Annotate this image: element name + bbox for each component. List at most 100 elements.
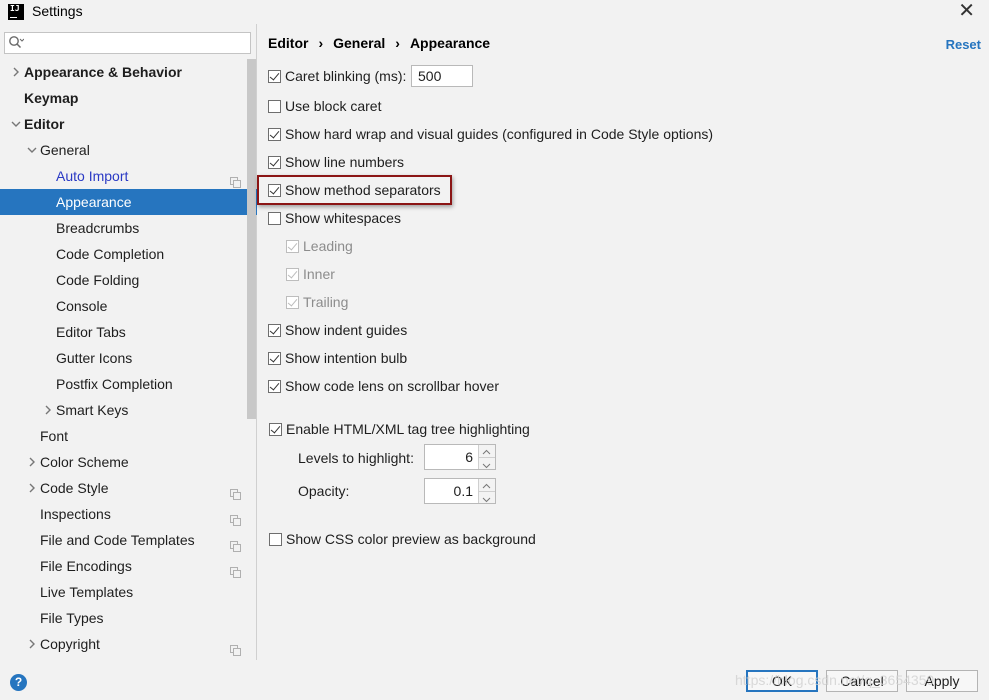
chevron-down-icon[interactable] [10, 111, 22, 137]
settings-tree: Appearance & Behavior Keymap Editor General… [0, 59, 257, 657]
levels-value: 6 [465, 449, 473, 465]
block-caret-checkbox[interactable] [268, 100, 281, 113]
tree-item-label: General [40, 142, 90, 158]
whitespaces-label: Show whitespaces [285, 210, 401, 226]
line-numbers-checkbox[interactable] [268, 156, 281, 169]
tree-item-smart-keys[interactable]: Smart Keys [0, 397, 257, 423]
tree-item-live-templates[interactable]: Live Templates [0, 579, 257, 605]
inner-checkbox [286, 268, 299, 281]
tree-item-label: Smart Keys [56, 402, 129, 418]
spinner-down-icon[interactable] [479, 491, 495, 503]
settings-sidebar: Appearance & Behavior Keymap Editor General… [0, 24, 257, 660]
tree-item-appearance-behavior[interactable]: Appearance & Behavior [0, 59, 257, 85]
trailing-label: Trailing [303, 294, 349, 310]
tree-item-label: File Types [40, 610, 104, 626]
sidebar-scrollbar[interactable] [247, 59, 256, 419]
intellij-logo-icon: IJ [8, 4, 24, 20]
indent-guides-checkbox[interactable] [268, 324, 281, 337]
tree-item-label: Inspections [40, 506, 111, 522]
chevron-right-icon[interactable] [42, 397, 54, 423]
chevron-right-icon[interactable] [10, 59, 22, 85]
chevron-right-icon[interactable] [26, 449, 38, 475]
tree-item-label: Code Completion [56, 246, 165, 262]
ok-button[interactable]: OK [746, 670, 818, 692]
hard-wrap-label: Show hard wrap and visual guides (config… [285, 126, 714, 142]
chevron-down-icon[interactable] [26, 137, 38, 163]
tree-item-code-folding[interactable]: Code Folding [0, 267, 257, 293]
intention-bulb-checkbox[interactable] [268, 352, 281, 365]
leading-label: Leading [303, 238, 353, 254]
tree-item-font[interactable]: Font [0, 423, 257, 449]
tree-item-editor-tabs[interactable]: Editor Tabs [0, 319, 257, 345]
spinner-up-icon[interactable] [479, 445, 495, 457]
settings-content: Editor › General › Appearance Reset Caret bl… [258, 24, 989, 660]
whitespaces-checkbox[interactable] [268, 212, 281, 225]
spinner-up-icon[interactable] [479, 479, 495, 491]
tree-item-gutter-icons[interactable]: Gutter Icons [0, 345, 257, 371]
tree-item-inspections[interactable]: Inspections [0, 501, 257, 527]
tree-item-label: Keymap [24, 90, 79, 106]
chevron-right-icon: › [395, 35, 400, 51]
breadcrumb-item: General [333, 35, 386, 51]
annotation-highlight-box [257, 175, 452, 205]
reset-link[interactable]: Reset [946, 37, 981, 52]
tree-item-label: Editor Tabs [56, 324, 126, 340]
tree-item-appearance[interactable]: Appearance [0, 189, 257, 215]
caret-blinking-checkbox[interactable] [268, 70, 281, 83]
tree-item-code-completion[interactable]: Code Completion [0, 241, 257, 267]
levels-spinner[interactable]: 6 [424, 444, 496, 470]
block-caret-label: Use block caret [285, 98, 382, 114]
chevron-right-icon[interactable] [26, 475, 38, 501]
tree-item-console[interactable]: Console [0, 293, 257, 319]
breadcrumb-item: Appearance [409, 35, 491, 51]
opacity-spinner[interactable]: 0.1 [424, 478, 496, 504]
spinner-down-icon[interactable] [479, 457, 495, 469]
opacity-value: 0.1 [453, 483, 473, 499]
tree-item-postfix-completion[interactable]: Postfix Completion [0, 371, 257, 397]
copy-icon [230, 638, 241, 656]
css-preview-label: Show CSS color preview as background [286, 531, 536, 547]
tree-item-color-scheme[interactable]: Color Scheme [0, 449, 257, 475]
copy-icon [230, 534, 241, 552]
chevron-right-icon[interactable] [26, 631, 38, 657]
tree-item-file-and-code-templates[interactable]: File and Code Templates [0, 527, 257, 553]
tree-item-label: Color Scheme [40, 454, 129, 470]
intention-bulb-label: Show intention bulb [285, 350, 408, 366]
tree-item-label: Gutter Icons [56, 350, 133, 366]
caret-blinking-label: Caret blinking (ms): [285, 68, 407, 84]
search-input[interactable] [4, 32, 251, 54]
tree-item-copyright[interactable]: Copyright [0, 631, 257, 657]
code-lens-checkbox[interactable] [268, 380, 281, 393]
code-lens-label: Show code lens on scrollbar hover [285, 378, 500, 394]
apply-button[interactable]: Apply [906, 670, 978, 692]
tree-item-label: Code Folding [56, 272, 140, 288]
tree-item-label: Editor [24, 116, 65, 132]
tree-item-editor[interactable]: Editor [0, 111, 257, 137]
hard-wrap-checkbox[interactable] [268, 128, 281, 141]
tree-item-file-encodings[interactable]: File Encodings [0, 553, 257, 579]
caret-blinking-input[interactable]: 500 [411, 65, 473, 87]
tree-item-file-types[interactable]: File Types [0, 605, 257, 631]
indent-guides-label: Show indent guides [285, 322, 408, 338]
breadcrumb-item: Editor [268, 35, 309, 51]
search-icon [9, 36, 24, 49]
tree-item-auto-import[interactable]: Auto Import [0, 163, 257, 189]
tree-item-label: Code Style [40, 480, 109, 496]
tree-item-keymap[interactable]: Keymap [0, 85, 257, 111]
tree-item-label: File Encodings [40, 558, 132, 574]
tree-item-label: Font [40, 428, 69, 444]
tree-item-label: Copyright [40, 636, 100, 652]
copy-icon [230, 170, 241, 188]
tag-tree-checkbox[interactable] [269, 423, 282, 436]
leading-checkbox [286, 240, 299, 253]
trailing-checkbox [286, 296, 299, 309]
tree-item-label: Breadcrumbs [56, 220, 140, 236]
inner-label: Inner [303, 266, 335, 282]
cancel-button[interactable]: Cancel [826, 670, 898, 692]
help-icon[interactable]: ? [10, 674, 27, 691]
close-icon[interactable]: ✕ [958, 0, 975, 22]
tree-item-general[interactable]: General [0, 137, 257, 163]
tree-item-code-style[interactable]: Code Style [0, 475, 257, 501]
tree-item-breadcrumbs[interactable]: Breadcrumbs [0, 215, 257, 241]
css-preview-checkbox[interactable] [269, 533, 282, 546]
